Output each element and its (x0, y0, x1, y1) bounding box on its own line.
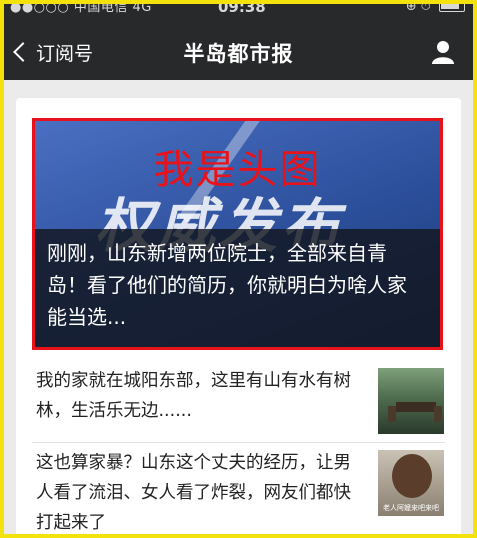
thumb-chair-shape (434, 406, 442, 422)
list-item-thumbnail (378, 368, 444, 434)
battery-icon (439, 4, 465, 12)
status-icons: ⊕ ⏱ (406, 4, 465, 14)
list-item-title: 我的家就在城阳东部，这里有山有水有树林，生活乐无边...... (36, 371, 351, 421)
status-bar: ●●○○○ 中国电信 4G 09:38 ⊕ ⏱ (4, 4, 473, 24)
status-extra-icons: ⊕ ⏱ (405, 4, 431, 14)
hero-annotation: 我是头图 (153, 147, 322, 193)
screenshot-frame: ●●○○○ 中国电信 4G 09:38 ⊕ ⏱ 订阅号 半岛都市报 权威发布 我… (0, 0, 477, 538)
thumb-subtitle: 老人阿嬤来吧来吧 (383, 504, 439, 512)
nav-bar: 订阅号 半岛都市报 (4, 24, 473, 80)
list-item-title: 这也算家暴？山东这个丈夫的经历，让男人看了流泪、女人看了炸裂，网友们都快打起来了 (36, 453, 351, 533)
thumb-table-shape (396, 402, 436, 412)
list-divider (32, 442, 445, 443)
carrier-signal: ●●○○○ 中国电信 4G (10, 4, 152, 15)
article-card: 权威发布 我是头图 刚刚，山东新增两位院士，全部来自青岛！看了他们的简历，你就明… (16, 98, 461, 534)
hero-article[interactable]: 权威发布 我是头图 刚刚，山东新增两位院士，全部来自青岛！看了他们的简历，你就明… (32, 118, 443, 350)
thumb-chair-shape (388, 406, 396, 422)
page-title: 半岛都市报 (183, 42, 294, 66)
list-item-thumbnail: 老人阿嬤来吧来吧 (378, 450, 444, 516)
person-icon[interactable] (431, 40, 455, 64)
content-area: 权威发布 我是头图 刚刚，山东新增两位院士，全部来自青岛！看了他们的简历，你就明… (4, 80, 473, 534)
status-time: 09:38 (218, 4, 266, 16)
hero-caption: 刚刚，山东新增两位院士，全部来自青岛！看了他们的简历，你就明白为啥人家能当选..… (35, 229, 440, 347)
thumb-face-shape (392, 454, 432, 498)
